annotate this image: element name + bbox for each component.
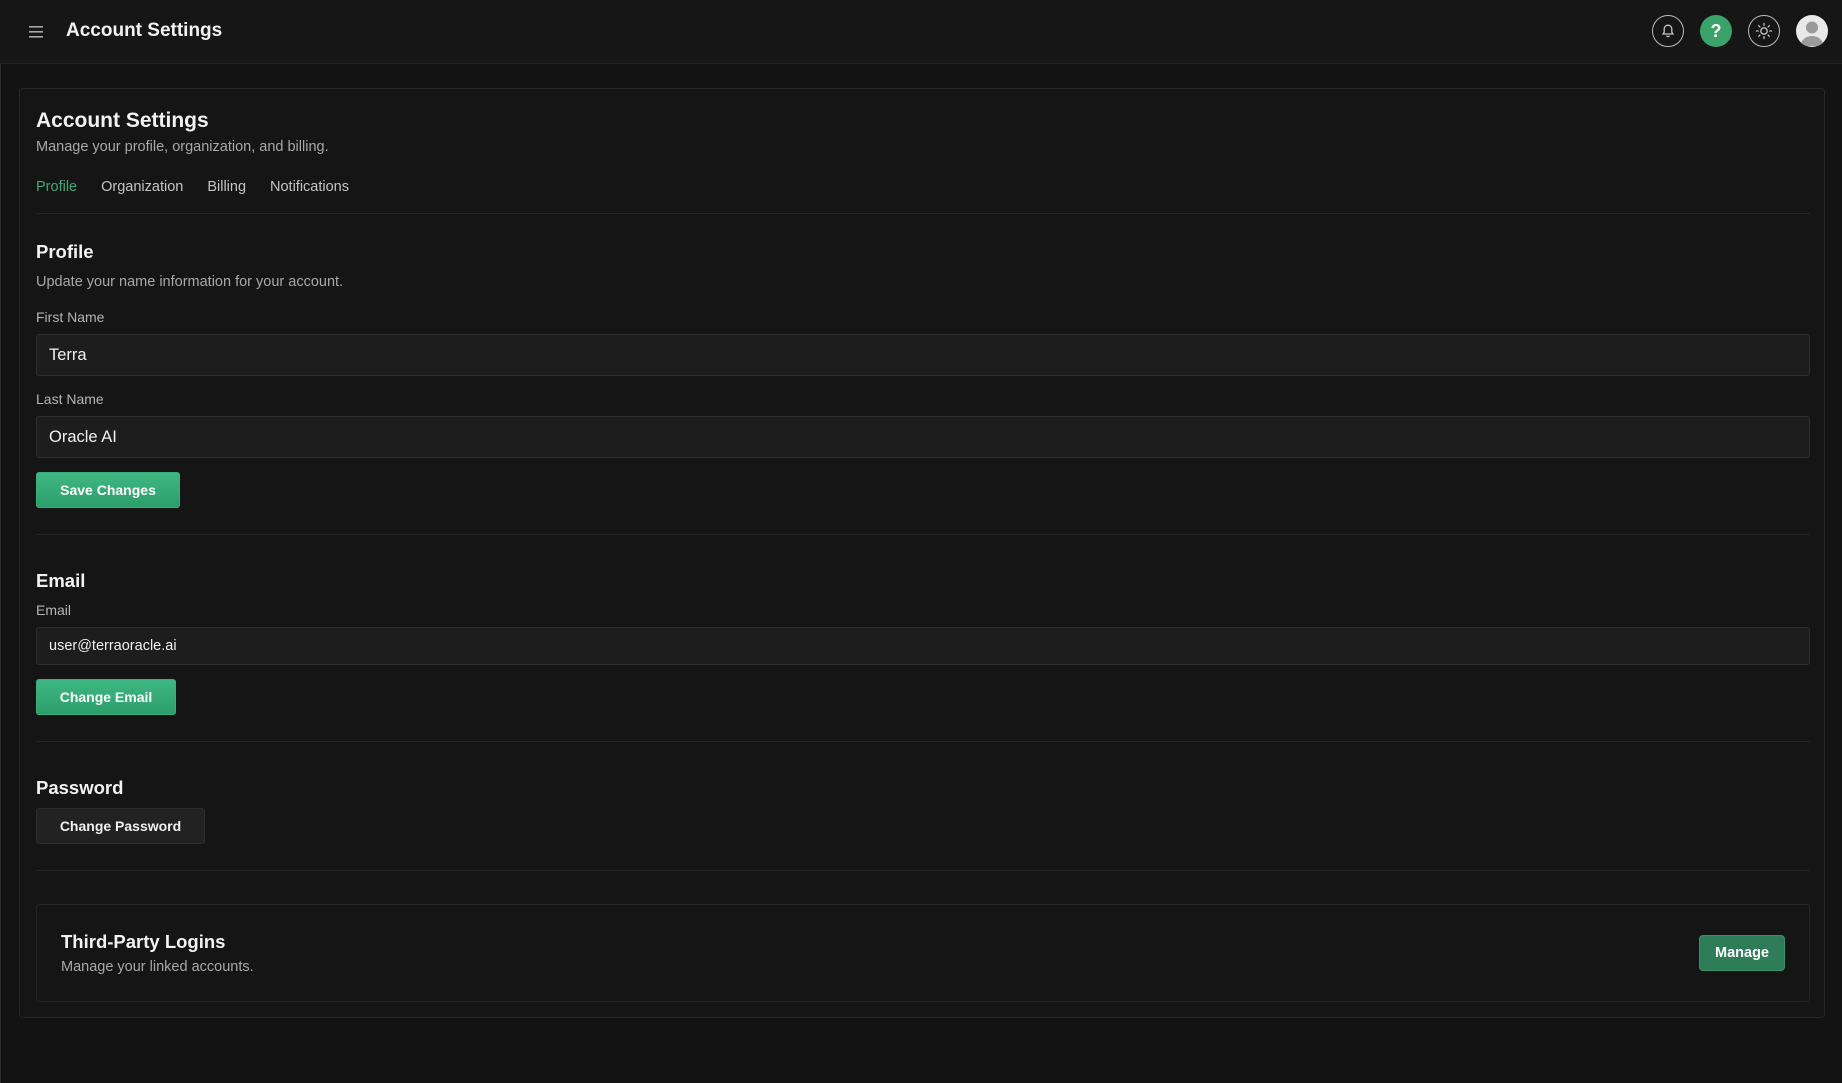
page-title: Account Settings bbox=[36, 109, 209, 132]
tab-billing[interactable]: Billing bbox=[207, 179, 246, 195]
help-icon[interactable]: ? bbox=[1700, 15, 1732, 47]
sun-icon[interactable] bbox=[1748, 15, 1780, 47]
change-password-label: Change Password bbox=[59, 818, 182, 834]
avatar-icon[interactable] bbox=[1796, 15, 1828, 47]
change-email-button[interactable]: Change Email bbox=[36, 679, 176, 715]
last-name-label: Last Name bbox=[36, 391, 104, 407]
first-name-input[interactable] bbox=[36, 334, 1810, 376]
bell-icon[interactable] bbox=[1652, 15, 1684, 47]
section-divider bbox=[36, 534, 1810, 535]
email-label: Email bbox=[36, 602, 72, 618]
settings-tabs: Profile Organization Billing Notificatio… bbox=[36, 179, 349, 195]
tabs-divider bbox=[36, 213, 1810, 214]
section-divider bbox=[36, 741, 1810, 742]
main-content: Account Settings Manage your profile, or… bbox=[0, 64, 1842, 1083]
section-divider bbox=[36, 870, 1810, 871]
profile-section-description: Update your name information for your ac… bbox=[36, 274, 344, 290]
email-input[interactable] bbox=[36, 627, 1810, 665]
top-bar: Account Settings ? bbox=[0, 0, 1842, 64]
third-party-logins-panel: Third-Party Logins Manage your linked ac… bbox=[36, 904, 1810, 1002]
first-name-label: First Name bbox=[36, 309, 105, 325]
third-party-logins-title: Third-Party Logins bbox=[61, 931, 226, 952]
third-party-logins-description: Manage your linked accounts. bbox=[61, 959, 254, 975]
page-subtitle: Manage your profile, organization, and b… bbox=[36, 139, 329, 155]
tab-organization[interactable]: Organization bbox=[101, 179, 183, 195]
tab-notifications[interactable]: Notifications bbox=[270, 179, 349, 195]
last-name-input[interactable] bbox=[36, 416, 1810, 458]
topbar-actions: ? bbox=[1652, 15, 1828, 47]
help-glyph: ? bbox=[1710, 20, 1722, 41]
email-section-title: Email bbox=[36, 570, 86, 591]
topbar-title: Account Settings bbox=[66, 20, 223, 41]
change-email-label: Change Email bbox=[59, 689, 153, 705]
manage-label: Manage bbox=[1715, 945, 1769, 961]
save-changes-label: Save Changes bbox=[60, 482, 156, 498]
profile-section-title: Profile bbox=[36, 241, 94, 262]
menu-icon[interactable] bbox=[24, 22, 48, 42]
tab-profile[interactable]: Profile bbox=[36, 179, 77, 195]
settings-card: Account Settings Manage your profile, or… bbox=[19, 88, 1825, 1018]
change-password-button[interactable]: Change Password bbox=[36, 808, 205, 844]
manage-button[interactable]: Manage bbox=[1699, 935, 1785, 971]
save-changes-button[interactable]: Save Changes bbox=[36, 472, 180, 508]
password-section-title: Password bbox=[36, 777, 124, 798]
